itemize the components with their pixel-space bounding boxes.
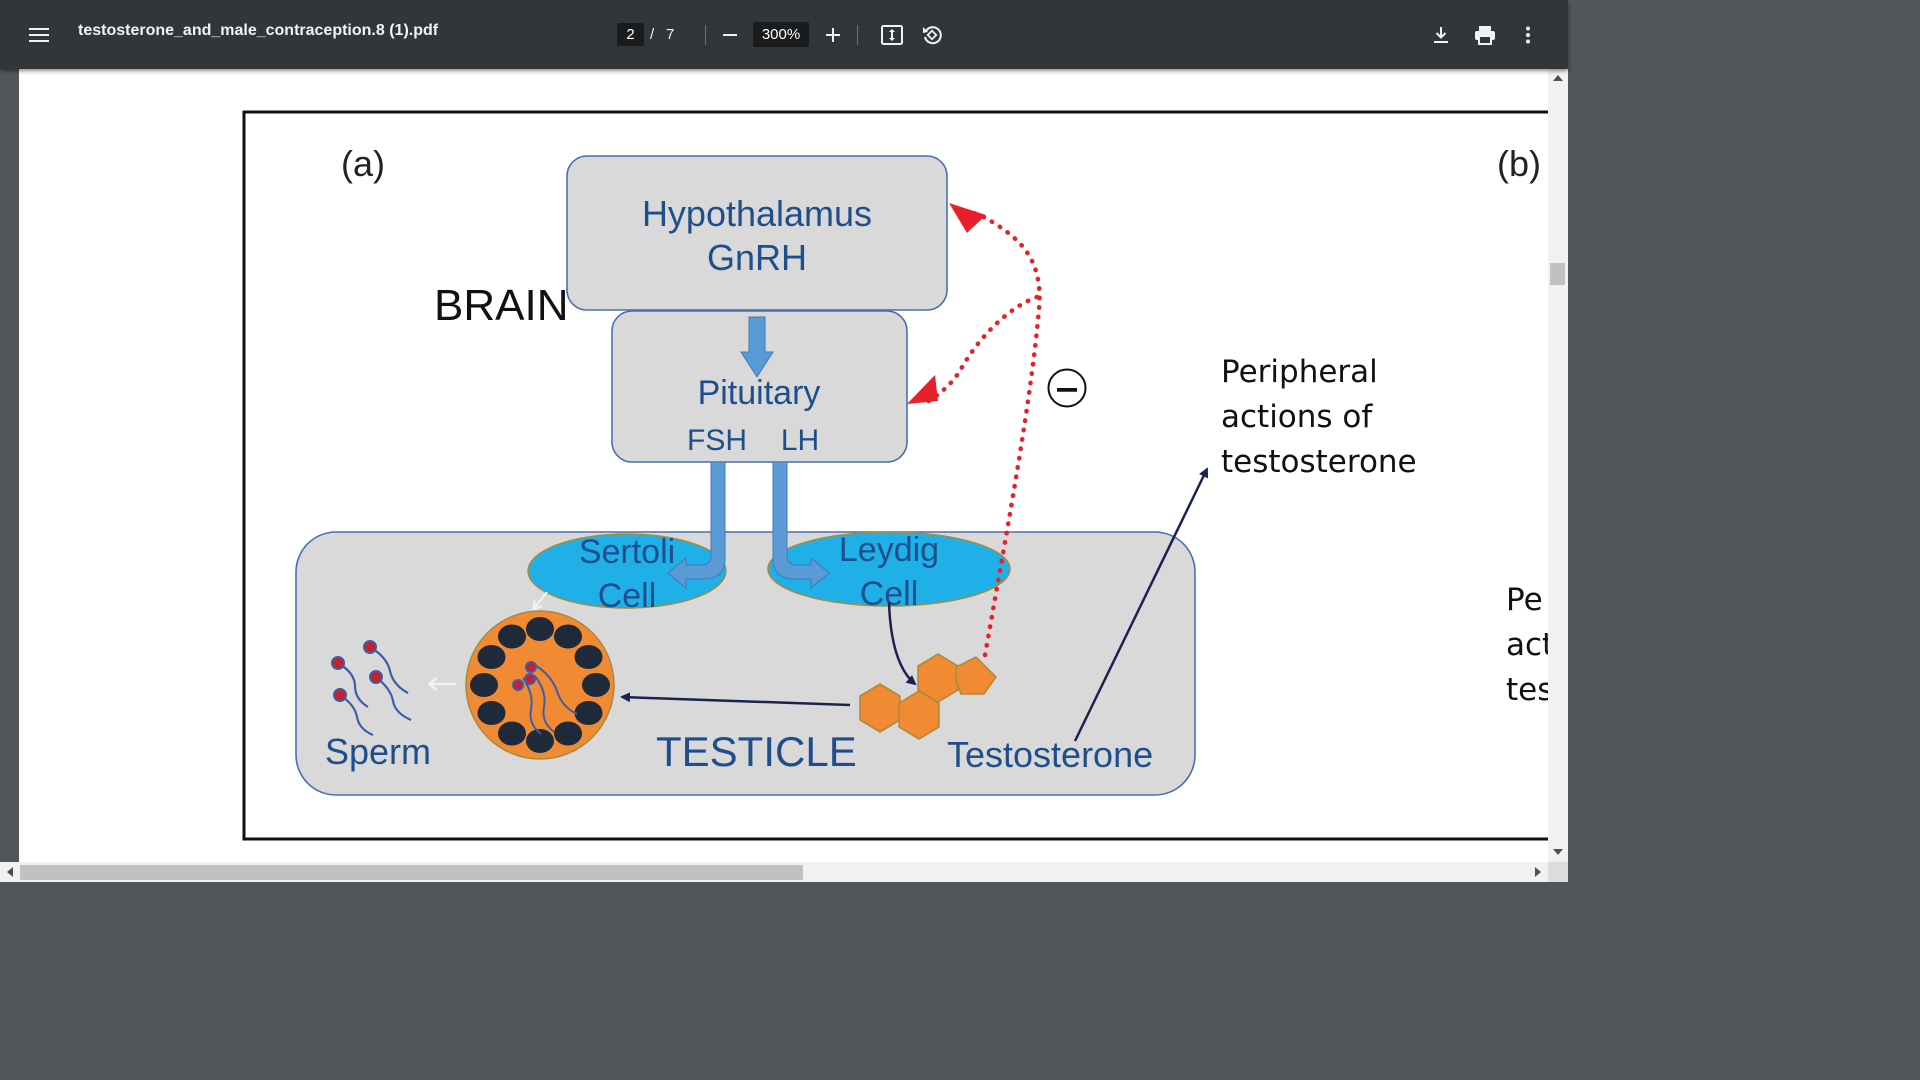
toolbar-divider: [705, 25, 706, 45]
sertoli-label-1: Sertoli: [579, 533, 675, 571]
vertical-scrollbar[interactable]: [1548, 69, 1568, 862]
panel-b-label: (b): [1497, 143, 1541, 184]
tubule-cell: [574, 645, 603, 669]
download-button[interactable]: [1428, 22, 1454, 48]
fit-page-button[interactable]: [879, 22, 905, 48]
document-title: testosterone_and_male_contraception.8 (1…: [78, 22, 439, 39]
rotate-icon: [923, 26, 942, 45]
more-vert-icon: [1526, 26, 1530, 44]
peripheral-line-3: testosterone: [1221, 444, 1417, 480]
tubule-cell: [554, 624, 582, 649]
zoom-in-button[interactable]: [821, 23, 845, 47]
menu-icon: [29, 28, 49, 42]
lh-label: LH: [781, 424, 819, 457]
hpg-axis-figure: (a) (b) Hypothalamus GnRH BRAIN Pituitar…: [242, 110, 1548, 841]
zoom-out-icon: [723, 34, 737, 36]
tubule-cell: [498, 721, 526, 746]
zoom-out-button[interactable]: [718, 23, 742, 47]
peripheral-line-2: actions of: [1221, 399, 1373, 435]
panel-a-label: (a): [341, 143, 385, 184]
print-button[interactable]: [1471, 21, 1499, 49]
toolbar-divider: [857, 25, 858, 45]
vertical-scrollbar-thumb[interactable]: [1550, 263, 1565, 285]
scroll-left-arrow-icon[interactable]: [7, 867, 13, 877]
tubule-cell: [477, 701, 506, 725]
fsh-label: FSH: [687, 424, 747, 457]
tubule-cell: [574, 701, 603, 725]
testicle-label: TESTICLE: [656, 728, 857, 775]
lh-arrow: [772, 461, 830, 590]
sertoli-label-2: Cell: [598, 577, 657, 615]
scroll-down-arrow-icon[interactable]: [1553, 849, 1563, 855]
print-icon: [1475, 26, 1495, 45]
feedback-minus-sign: −: [1054, 370, 1081, 408]
scroll-right-arrow-icon[interactable]: [1535, 867, 1541, 877]
hypothalamus-label: Hypothalamus: [642, 193, 872, 234]
horizontal-scrollbar-thumb[interactable]: [20, 865, 803, 880]
pdf-viewer: (a) (b) Hypothalamus GnRH BRAIN Pituitar…: [0, 69, 1568, 882]
testosterone-label: Testosterone: [947, 734, 1153, 775]
seminiferous-tubule: [465, 610, 615, 760]
tubule-cell: [470, 673, 498, 697]
tubule-cell: [477, 645, 506, 669]
menu-button[interactable]: [26, 22, 52, 48]
peripheral-line-1: Peripheral: [1221, 354, 1378, 390]
leydig-label-1: Leydig: [839, 531, 939, 569]
fsh-arrow: [667, 461, 726, 590]
panel-b-text-1: Pe: [1506, 582, 1543, 618]
gnrh-label: GnRH: [707, 237, 807, 278]
download-icon: [1434, 27, 1448, 43]
pdf-page: (a) (b) Hypothalamus GnRH BRAIN Pituitar…: [19, 69, 1548, 862]
panel-b-text-3: tes: [1506, 672, 1548, 708]
fit-page-icon: [881, 25, 903, 45]
page-number-input[interactable]: 2: [617, 23, 644, 46]
more-options-button[interactable]: [1516, 22, 1540, 48]
tubule-cell: [554, 721, 582, 746]
tubule-cell: [498, 624, 526, 649]
page-separator: /: [650, 26, 655, 43]
page-total: 7: [666, 26, 675, 43]
zoom-in-icon: [826, 28, 840, 42]
brain-label: BRAIN: [434, 281, 568, 330]
scroll-up-arrow-icon[interactable]: [1553, 75, 1563, 81]
zoom-level-input[interactable]: 300%: [753, 22, 809, 47]
panel-b-text-2: act: [1506, 627, 1548, 663]
tubule-cell: [582, 673, 610, 697]
pdf-toolbar: testosterone_and_male_contraception.8 (1…: [0, 0, 1568, 69]
tubule-cell: [526, 617, 554, 641]
rotate-button[interactable]: [918, 21, 946, 49]
pituitary-label: Pituitary: [698, 374, 821, 412]
scrollbar-corner: [1548, 862, 1568, 882]
sperm-label: Sperm: [325, 731, 431, 772]
